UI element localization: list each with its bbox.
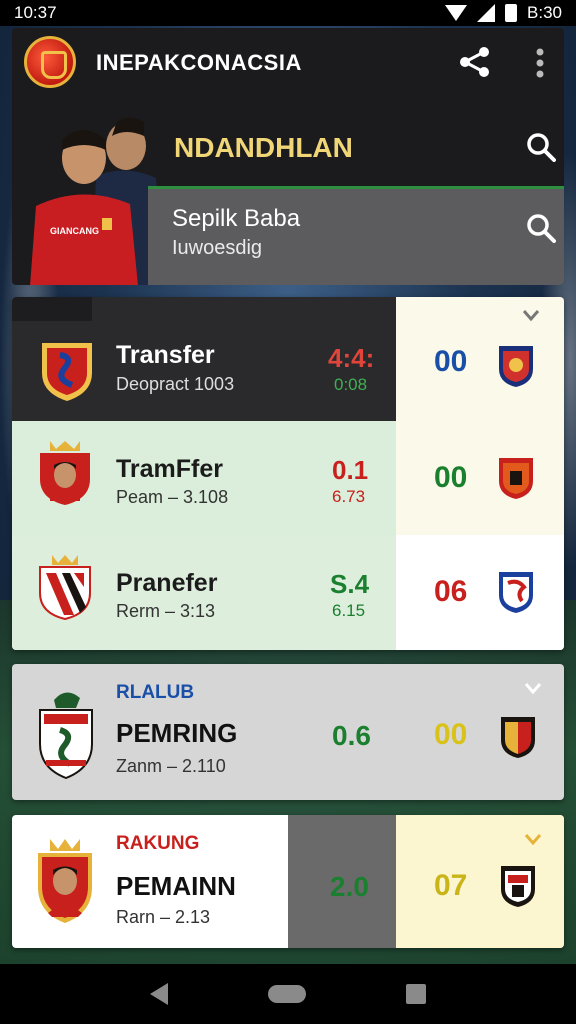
player-badge-icon xyxy=(40,441,90,505)
back-icon[interactable] xyxy=(150,983,168,1005)
system-nav-bar xyxy=(0,964,576,1024)
row-score: S.4 xyxy=(330,569,370,599)
chevron-down-icon[interactable] xyxy=(524,833,542,845)
right-score: 06 xyxy=(434,575,468,608)
header-card: INEPAKCONACSIA GIANCANG NDANDHLAN Sepilk… xyxy=(12,28,564,285)
right-score: 00 xyxy=(434,461,468,494)
club-crest-icon xyxy=(42,343,92,401)
match-group-transfers: Transfer Deopract 1003 4:4: 0:08 00 Tram… xyxy=(12,297,564,650)
row-score: 0.1 xyxy=(332,455,369,485)
row-score: 0.6 xyxy=(332,720,371,751)
list-item[interactable]: Pranefer Rerm – 3:13 S.4 6.15 06 xyxy=(12,535,564,650)
more-vert-icon[interactable] xyxy=(530,48,550,78)
opponent-crest-icon xyxy=(501,866,535,907)
right-panel: 00 xyxy=(396,421,564,535)
signal-icon xyxy=(477,4,496,22)
search-icon[interactable] xyxy=(526,213,556,243)
right-panel: 00 xyxy=(396,297,564,421)
status-icons: B:30 xyxy=(445,3,562,23)
chevron-down-icon[interactable] xyxy=(524,682,542,694)
opponent-crest-icon xyxy=(499,458,533,499)
opponent-crest-icon xyxy=(501,717,535,758)
status-time: 10:37 xyxy=(14,3,57,22)
player-photo: GIANCANG xyxy=(30,117,162,285)
club-crest-icon xyxy=(39,555,91,621)
battery-icon xyxy=(505,4,518,22)
chevron-down-icon[interactable] xyxy=(522,309,540,321)
search-primary-text: NDANDHLAN xyxy=(174,132,353,163)
app-title: INEPAKCONACSIA xyxy=(96,50,302,75)
group-label: RLALUB xyxy=(116,682,195,703)
row-title: PEMAINN xyxy=(116,871,236,901)
app-logo[interactable] xyxy=(24,36,76,88)
row-score: 4:4: xyxy=(328,343,375,373)
row-title: TramFfer xyxy=(116,455,223,483)
search-secondary-title: Sepilk Baba xyxy=(172,205,301,232)
home-icon[interactable] xyxy=(268,985,306,1003)
status-bar: 10:37 B:30 xyxy=(0,0,576,26)
opponent-crest-icon xyxy=(499,346,533,387)
club-crest-icon xyxy=(39,692,93,780)
row-subtitle: Rarn – 2.13 xyxy=(116,907,211,927)
opponent-crest-icon xyxy=(499,572,533,613)
search-secondary-subtitle: Iuwoesdig xyxy=(172,237,263,259)
list-item[interactable]: TramFfer Peam – 3.108 0.1 6.73 00 xyxy=(12,421,564,535)
match-group-ranking[interactable]: RAKUNG PEMAINN Rarn – 2.13 2.0 07 xyxy=(12,815,564,948)
row-subtitle: Zanm – 2.110 xyxy=(116,756,226,776)
right-panel: 06 xyxy=(396,535,564,650)
row-score-sub: 6.73 xyxy=(332,487,366,506)
search-bar-secondary[interactable]: Sepilk Baba Iuwoesdig xyxy=(148,186,564,285)
group-label: RAKUNG xyxy=(116,833,200,854)
row-title: Transfer xyxy=(116,341,215,369)
player-badge-icon xyxy=(38,839,92,923)
match-group-club[interactable]: RLALUB PEMRING Zanm – 2.110 0.6 00 xyxy=(12,664,564,800)
row-score-sub: 6.15 xyxy=(332,601,366,620)
search-bar-primary[interactable]: NDANDHLAN xyxy=(162,110,564,184)
list-item[interactable]: Transfer Deopract 1003 4:4: 0:08 00 xyxy=(12,297,564,421)
search-icon[interactable] xyxy=(526,132,556,162)
jersey-text: GIANCANG xyxy=(50,226,99,236)
row-title: PEMRING xyxy=(116,718,238,748)
row-score-sub: 0:08 xyxy=(334,375,368,394)
recent-apps-icon[interactable] xyxy=(406,984,426,1004)
row-score: 2.0 xyxy=(330,871,369,902)
row-subtitle: Deopract 1003 xyxy=(116,374,235,394)
share-icon[interactable] xyxy=(458,46,492,78)
row-subtitle: Peam – 3.108 xyxy=(116,487,229,507)
right-score: 00 xyxy=(434,718,468,751)
right-score: 07 xyxy=(434,869,468,902)
row-title: Pranefer xyxy=(116,569,218,597)
row-subtitle: Rerm – 3:13 xyxy=(116,601,216,621)
right-score: 00 xyxy=(434,345,468,378)
status-right-time: B:30 xyxy=(527,3,562,22)
wifi-icon xyxy=(445,5,468,21)
